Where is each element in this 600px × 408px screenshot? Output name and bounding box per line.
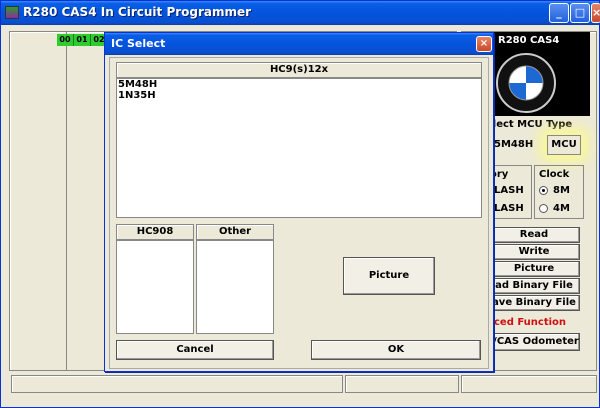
dialog-close-icon[interactable]: × bbox=[476, 36, 492, 52]
status-bar-right bbox=[461, 375, 597, 393]
clock-8m-label[interactable]: 8M bbox=[553, 185, 570, 196]
bmw-logo-icon bbox=[496, 53, 556, 113]
dialog-title-bar[interactable]: IC Select × bbox=[105, 33, 493, 55]
mcu-select-button[interactable]: MCU bbox=[547, 135, 581, 155]
minimize-button[interactable]: _ bbox=[549, 3, 569, 23]
list-item[interactable]: 5M48H bbox=[117, 79, 481, 90]
advanced-function-label: ced Function bbox=[494, 317, 567, 328]
clock-4m-label[interactable]: 4M bbox=[553, 203, 570, 214]
hex-cell: 00 bbox=[57, 34, 74, 46]
status-bar-middle bbox=[345, 375, 459, 393]
flash-option[interactable]: LASH bbox=[494, 185, 524, 196]
maximize-button[interactable]: □ bbox=[570, 3, 590, 23]
flash-option[interactable]: LASH bbox=[494, 203, 524, 214]
app-icon bbox=[5, 6, 19, 19]
read-button[interactable]: Read bbox=[488, 227, 580, 243]
other-listbox[interactable] bbox=[196, 240, 274, 334]
main-window-title: R280 CAS4 In Circuit Programmer bbox=[23, 5, 252, 19]
picture-button[interactable]: Picture bbox=[488, 261, 580, 277]
cas-odometer-button[interactable]: /CAS Odometer bbox=[492, 333, 580, 351]
hc9-list-header: HC9(s)12x bbox=[116, 62, 482, 78]
address-column bbox=[9, 31, 67, 371]
clock-4m-radio[interactable] bbox=[539, 204, 548, 213]
hc9-listbox[interactable]: 5M48H 1N35H bbox=[116, 78, 482, 218]
close-button[interactable]: × bbox=[591, 3, 600, 23]
status-bar-left bbox=[11, 375, 343, 393]
clock-label: Clock bbox=[539, 169, 570, 180]
dialog-picture-button[interactable]: Picture bbox=[343, 257, 435, 295]
other-list-header: Other bbox=[196, 224, 274, 240]
hex-cell: 01 bbox=[74, 34, 91, 46]
ok-button[interactable]: OK bbox=[311, 340, 481, 360]
hc908-list-header: HC908 bbox=[116, 224, 194, 240]
cancel-button[interactable]: Cancel bbox=[116, 340, 274, 360]
write-button[interactable]: Write bbox=[488, 244, 580, 260]
save-binary-file-button[interactable]: ave Binary File bbox=[488, 295, 580, 311]
mcu-value: 5M48H bbox=[494, 139, 534, 150]
list-item[interactable]: 1N35H bbox=[117, 90, 481, 101]
hc908-listbox[interactable] bbox=[116, 240, 194, 334]
dialog-title: IC Select bbox=[111, 37, 166, 50]
mcu-type-label: elect MCU Type bbox=[486, 119, 573, 130]
load-binary-file-button[interactable]: ad Binary File bbox=[488, 278, 580, 294]
clock-8m-radio[interactable] bbox=[539, 186, 548, 195]
brand-header: R280 CAS4 bbox=[492, 32, 590, 50]
main-title-bar[interactable]: R280 CAS4 In Circuit Programmer _ □ × bbox=[1, 1, 600, 25]
hex-header-strip: 00 01 02 bbox=[57, 34, 108, 46]
